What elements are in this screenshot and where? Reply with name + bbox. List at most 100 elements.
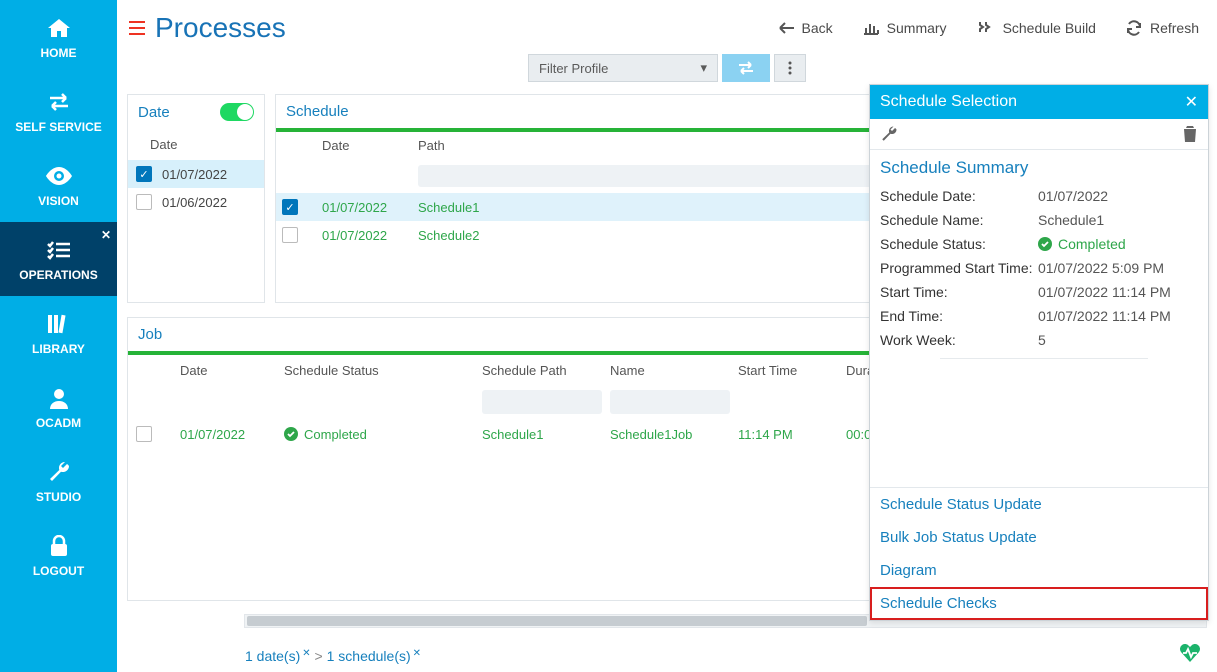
job-sched-status: Completed — [284, 427, 474, 442]
back-label: Back — [802, 20, 833, 36]
sched-path-filter-input[interactable] — [482, 390, 602, 414]
filter-profile-select[interactable]: Filter Profile ▾ — [528, 54, 718, 82]
checkbox-icon[interactable]: ✓ — [282, 199, 298, 215]
menu-icon[interactable] — [129, 21, 145, 35]
schedule-build-label: Schedule Build — [1003, 20, 1096, 36]
close-icon[interactable]: ✕ — [101, 228, 111, 242]
link-schedule-checks[interactable]: Schedule Checks — [870, 587, 1208, 620]
side-links: Schedule Status Update Bulk Job Status U… — [870, 487, 1208, 620]
nav-home[interactable]: HOME — [0, 0, 117, 74]
nav-self-service-label: SELF SERVICE — [15, 120, 101, 134]
date-row[interactable]: ✓ 01/07/2022 — [128, 160, 264, 188]
date-row[interactable]: 01/06/2022 — [128, 188, 264, 216]
value-status: Completed — [1038, 236, 1126, 252]
crumb-schedules[interactable]: 1 schedule(s) ✕ — [327, 648, 421, 664]
nav-ocadm-label: OCADM — [36, 416, 81, 430]
eye-icon — [45, 162, 73, 190]
divider — [940, 358, 1148, 359]
job-name: Schedule1Job — [610, 427, 730, 442]
date-value: 01/06/2022 — [162, 195, 227, 210]
value-end: 01/07/2022 11:14 PM — [1038, 308, 1171, 324]
nav-studio[interactable]: STUDIO — [0, 444, 117, 518]
filter-sync-button[interactable] — [722, 54, 770, 82]
checkbox-icon[interactable] — [282, 227, 298, 243]
user-icon — [45, 384, 73, 412]
checklist-icon — [45, 236, 73, 264]
schedule-date: 01/07/2022 — [322, 200, 418, 215]
caret-down-icon: ▾ — [700, 60, 707, 76]
value-prog-start: 01/07/2022 5:09 PM — [1038, 260, 1164, 276]
back-button[interactable]: Back — [778, 20, 833, 36]
col-sched-status: Schedule Status — [284, 363, 474, 378]
summary-button[interactable]: Summary — [863, 20, 947, 36]
schedule-selection-panel: Schedule Selection ✕ Schedule Summary Sc… — [869, 84, 1209, 621]
checkbox-icon[interactable]: ✓ — [136, 166, 152, 182]
date-panel: Date Date ✓ 01/07/2022 01/06/2022 — [127, 94, 265, 303]
trash-icon[interactable] — [1182, 125, 1198, 143]
nav-vision-label: VISION — [38, 194, 79, 208]
label-name: Schedule Name: — [880, 212, 1038, 228]
nav-vision[interactable]: VISION — [0, 148, 117, 222]
nav-library[interactable]: LIBRARY — [0, 296, 117, 370]
nav-studio-label: STUDIO — [36, 490, 81, 504]
home-icon — [45, 14, 73, 42]
nav-ocadm[interactable]: OCADM — [0, 370, 117, 444]
refresh-label: Refresh — [1150, 20, 1199, 36]
label-work-week: Work Week: — [880, 332, 1038, 348]
build-icon — [977, 20, 995, 36]
checkbox-icon[interactable] — [136, 426, 152, 442]
back-arrow-icon — [778, 21, 794, 35]
schedule-summary-title: Schedule Summary — [870, 150, 1208, 184]
schedule-date: 01/07/2022 — [322, 228, 418, 243]
job-date: 01/07/2022 — [180, 427, 276, 442]
value-name: Schedule1 — [1038, 212, 1104, 228]
nav-rail: HOME SELF SERVICE VISION ✕ OPERATIONS LI… — [0, 0, 117, 672]
nav-self-service[interactable]: SELF SERVICE — [0, 74, 117, 148]
wrench-icon — [45, 458, 73, 486]
books-icon — [45, 310, 73, 338]
lock-icon — [45, 532, 73, 560]
nav-library-label: LIBRARY — [32, 342, 85, 356]
schedule-build-button[interactable]: Schedule Build — [977, 20, 1096, 36]
refresh-icon — [1126, 20, 1142, 36]
name-filter-input[interactable] — [610, 390, 730, 414]
label-end: End Time: — [880, 308, 1038, 324]
close-icon[interactable]: ✕ — [413, 648, 421, 659]
swap-icon — [45, 88, 73, 116]
nav-operations[interactable]: ✕ OPERATIONS — [0, 222, 117, 296]
heartbeat-icon[interactable] — [1179, 644, 1201, 662]
job-start: 11:14 PM — [738, 427, 838, 442]
scrollbar-thumb[interactable] — [247, 616, 867, 626]
label-prog-start: Programmed Start Time: — [880, 260, 1038, 276]
crumb-dates[interactable]: 1 date(s) ✕ — [245, 648, 311, 664]
refresh-button[interactable]: Refresh — [1126, 20, 1199, 36]
value-work-week: 5 — [1038, 332, 1046, 348]
breadcrumb: 1 date(s) ✕ > 1 schedule(s) ✕ — [245, 648, 421, 664]
nav-logout[interactable]: LOGOUT — [0, 518, 117, 592]
col-date: Date — [180, 363, 276, 378]
close-icon[interactable]: ✕ — [1185, 92, 1198, 112]
col-name: Name — [610, 363, 730, 378]
nav-operations-label: OPERATIONS — [19, 268, 97, 282]
checkbox-icon[interactable] — [136, 194, 152, 210]
summary-label: Summary — [887, 20, 947, 36]
link-status-update[interactable]: Schedule Status Update — [870, 488, 1208, 521]
value-date: 01/07/2022 — [1038, 188, 1108, 204]
filter-profile-label: Filter Profile — [539, 61, 608, 76]
col-date: Date — [322, 138, 418, 153]
wrench-icon[interactable] — [880, 125, 898, 143]
label-start: Start Time: — [880, 284, 1038, 300]
value-start: 01/07/2022 11:14 PM — [1038, 284, 1171, 300]
link-diagram[interactable]: Diagram — [870, 554, 1208, 587]
label-status: Schedule Status: — [880, 236, 1038, 252]
label-date: Schedule Date: — [880, 188, 1038, 204]
col-start: Start Time — [738, 363, 838, 378]
date-toggle[interactable] — [220, 103, 254, 121]
link-bulk-update[interactable]: Bulk Job Status Update — [870, 521, 1208, 554]
close-icon[interactable]: ✕ — [302, 648, 310, 659]
chart-icon — [863, 21, 879, 35]
job-sched-path: Schedule1 — [482, 427, 602, 442]
filter-more-button[interactable] — [774, 54, 806, 82]
date-col-header: Date — [128, 129, 264, 160]
side-panel-header: Schedule Selection ✕ — [870, 85, 1208, 119]
